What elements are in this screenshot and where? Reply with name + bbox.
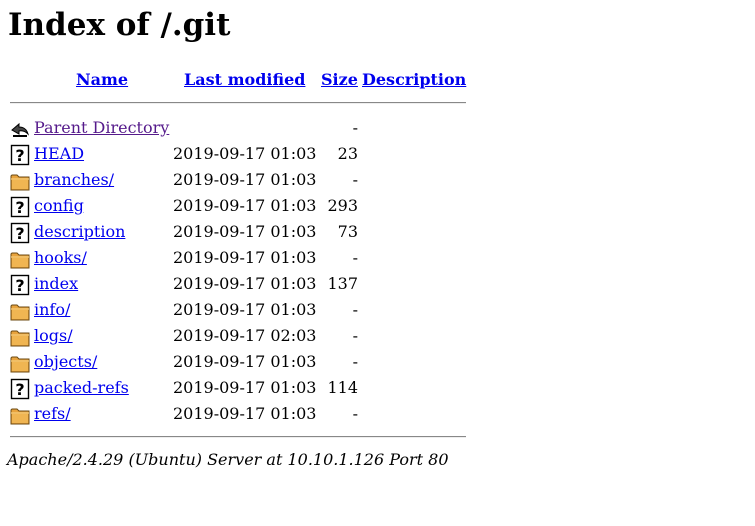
folder-icon [10,404,30,426]
file-link[interactable]: branches/ [34,167,114,193]
last-modified: 2019-09-17 02:03 [173,326,317,345]
table-row: logs/2019-09-17 02:03 - [0,323,470,349]
table-row: index 2019-09-17 01:03 137 [0,271,470,297]
file-link[interactable]: packed-refs [34,375,129,401]
table-row: HEAD 2019-09-17 01:03 23 [0,141,470,167]
table-row: refs/2019-09-17 01:03 - [0,401,470,427]
last-modified: 2019-09-17 01:03 [173,144,317,163]
server-signature: Apache/2.4.29 (Ubuntu) Server at 10.10.1… [7,450,449,469]
file-size: - [352,300,358,319]
file-size: - [352,326,358,345]
file-size: 73 [337,222,358,241]
file-size: 114 [327,378,358,397]
sort-by-size-link[interactable]: Size [321,68,358,92]
sort-by-description-link[interactable]: Description [362,68,466,92]
last-modified: 2019-09-17 01:03 [173,300,317,319]
last-modified: 2019-09-17 01:03 [173,170,317,189]
last-modified: 2019-09-17 01:03 [173,404,317,423]
folder-icon [10,326,30,348]
file-size: 137 [327,274,358,293]
table-row: objects/2019-09-17 01:03 - [0,349,470,375]
file-link[interactable]: HEAD [34,141,84,167]
file-link[interactable]: objects/ [34,349,97,375]
file-size: - [352,248,358,267]
file-size: - [352,352,358,371]
directory-listing-page: Index of /.git Name Last modified Size D… [0,0,755,526]
table-row: Parent Directory - [0,115,470,141]
folder-icon [10,170,30,192]
file-link[interactable]: config [34,193,84,219]
file-size: 23 [337,144,358,163]
last-modified: 2019-09-17 01:03 [173,222,317,241]
file-link[interactable]: description [34,219,125,245]
last-modified: 2019-09-17 01:03 [173,248,317,267]
file-size: - [352,118,358,137]
table-row: branches/2019-09-17 01:03 - [0,167,470,193]
page-title: Index of /.git [8,7,231,43]
file-link[interactable]: index [34,271,78,297]
file-size: 293 [327,196,358,215]
file-link[interactable]: hooks/ [34,245,87,271]
table-row: description 2019-09-17 01:03 73 [0,219,470,245]
table-row: hooks/2019-09-17 01:03 - [0,245,470,271]
footer-divider [10,436,466,438]
back-arrow-icon [10,118,30,140]
file-link[interactable]: Parent Directory [34,115,169,141]
table-row: info/2019-09-17 01:03 - [0,297,470,323]
header-divider [10,102,466,104]
folder-icon [10,352,30,374]
unknown-file-icon [10,144,30,166]
last-modified: 2019-09-17 01:03 [173,196,317,215]
last-modified: 2019-09-17 01:03 [173,274,317,293]
unknown-file-icon [10,222,30,244]
folder-icon [10,248,30,270]
sort-by-name-link[interactable]: Name [76,68,128,92]
last-modified: 2019-09-17 01:03 [173,352,317,371]
file-link[interactable]: logs/ [34,323,73,349]
file-link[interactable]: info/ [34,297,70,323]
folder-icon [10,300,30,322]
last-modified: 2019-09-17 01:03 [173,378,317,397]
file-link[interactable]: refs/ [34,401,71,427]
table-row: packed-refs 2019-09-17 01:03 114 [0,375,470,401]
unknown-file-icon [10,378,30,400]
file-size: - [352,170,358,189]
file-size: - [352,404,358,423]
sort-by-last-modified-link[interactable]: Last modified [184,68,305,92]
unknown-file-icon [10,274,30,296]
table-row: config 2019-09-17 01:03 293 [0,193,470,219]
unknown-file-icon [10,196,30,218]
